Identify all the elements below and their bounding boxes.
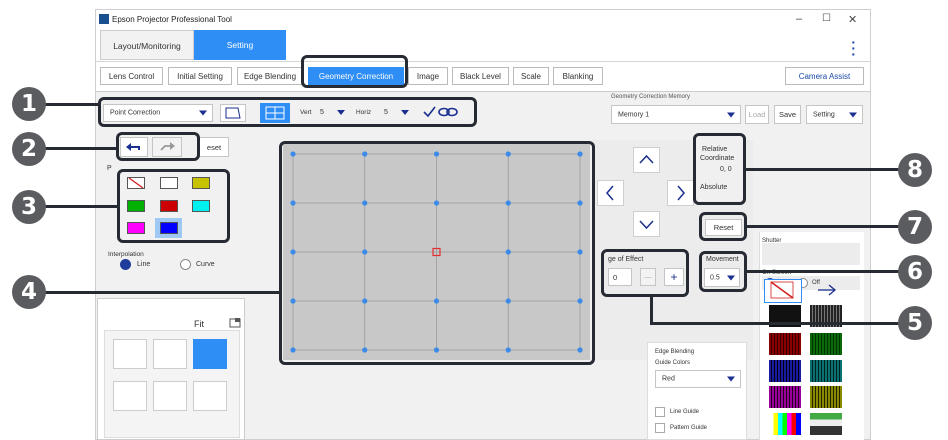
callout-box-undo	[116, 132, 200, 161]
pattern-palette-label: P	[107, 165, 112, 172]
pattern-off-button[interactable]	[764, 279, 802, 303]
callout-box-movement	[699, 251, 747, 292]
chevron-left-icon	[606, 185, 614, 201]
interpolation-curve-label: Curve	[196, 261, 215, 268]
pattern-grid-cyan[interactable]	[810, 360, 842, 382]
title-bar: Epson Projector Professional Tool – ☐ ✕	[96, 10, 870, 30]
callout-number-3: 3	[12, 190, 46, 224]
guide-color-select[interactable]: Red	[655, 370, 741, 388]
chevron-down-icon	[849, 112, 857, 117]
callout-box-colors	[117, 169, 230, 243]
move-down-button[interactable]	[633, 211, 660, 237]
save-button[interactable]: Save	[774, 105, 801, 124]
interpolation-curve-radio[interactable]	[180, 259, 191, 270]
tab-blanking[interactable]: Blanking	[553, 67, 603, 85]
pattern-grid-red[interactable]	[769, 333, 801, 355]
edge-blending-guide-panel: Edge Blending Guide Colors Red Line Guid…	[647, 342, 747, 440]
callout-box-toolbar	[98, 97, 477, 127]
memory-label: Geometry Correction Memory	[611, 94, 691, 100]
callout-box-reset	[699, 212, 747, 241]
minimize-icon[interactable]: –	[796, 13, 802, 25]
interpolation-line-label: Line	[137, 261, 151, 268]
callout-box-geometry-tab	[301, 55, 408, 88]
layout-preview-panel: Fit	[97, 298, 245, 440]
projector-thumbnails[interactable]	[104, 330, 240, 438]
callout-number-5: 5	[898, 306, 932, 340]
pattern-gradient[interactable]	[810, 413, 842, 435]
chevron-up-icon	[639, 154, 654, 164]
sub-tabs: Lens Control Initial Setting Edge Blendi…	[96, 62, 870, 92]
pattern-grid-yellow[interactable]	[810, 386, 842, 408]
fit-button[interactable]: Fit	[194, 319, 204, 329]
pattern-grid-green[interactable]	[810, 333, 842, 355]
camera-assist-button[interactable]: Camera Assist	[785, 67, 864, 85]
more-menu-icon[interactable]: · · ·	[851, 35, 856, 61]
callout-box-grid	[279, 141, 595, 365]
memory-value: Memory 1	[618, 111, 650, 118]
tab-initial-setting[interactable]: Initial Setting	[168, 67, 232, 85]
tab-scale[interactable]: Scale	[513, 67, 549, 85]
pattern-grid-magenta[interactable]	[769, 386, 801, 408]
setting-select[interactable]: Setting	[806, 105, 863, 124]
chevron-down-icon	[727, 112, 735, 117]
guide-colors-label: Guide Colors	[655, 360, 691, 366]
setting-label: Setting	[813, 111, 835, 118]
memory-select[interactable]: Memory 1	[611, 105, 741, 124]
pattern-guide-checkbox[interactable]	[655, 423, 665, 433]
interpolation-line-radio[interactable]	[120, 259, 131, 270]
tab-image[interactable]: Image	[408, 67, 448, 85]
move-right-button[interactable]	[667, 180, 694, 206]
callout-number-4: 4	[12, 275, 46, 309]
window-title: Epson Projector Professional Tool	[112, 15, 232, 24]
arrow-right-icon[interactable]	[816, 283, 838, 297]
chevron-down-icon	[727, 376, 735, 382]
edge-blending-title: Edge Blending	[655, 349, 695, 355]
tab-lens-control[interactable]: Lens Control	[100, 67, 163, 85]
tab-layout-monitoring[interactable]: Layout/Monitoring	[100, 30, 194, 60]
interpolation-label: Interpolation	[108, 251, 144, 258]
fit-window-icon[interactable]	[229, 317, 241, 329]
callout-number-8: 8	[898, 153, 932, 187]
callout-number-1: 1	[12, 87, 46, 121]
guide-color-value: Red	[662, 375, 675, 383]
reset-button[interactable]: eset	[199, 137, 229, 157]
maximize-icon[interactable]: ☐	[822, 13, 831, 24]
chevron-right-icon	[677, 185, 685, 201]
line-guide-label: Line Guide	[670, 409, 700, 415]
shutter-toggle[interactable]	[762, 243, 860, 265]
move-left-button[interactable]	[597, 180, 624, 206]
close-icon[interactable]: ✕	[848, 13, 857, 26]
callout-box-range	[601, 249, 689, 297]
callout-number-2: 2	[12, 132, 46, 166]
callout-number-7: 7	[898, 210, 932, 244]
load-button[interactable]: Load	[745, 105, 769, 124]
pattern-color-bars[interactable]	[769, 413, 801, 435]
tab-setting[interactable]: Setting	[194, 30, 286, 60]
app-icon	[99, 14, 109, 24]
pattern-grid-blue[interactable]	[769, 360, 801, 382]
main-tabs: Layout/Monitoring Setting · · ·	[96, 30, 870, 62]
line-guide-checkbox[interactable]	[655, 407, 665, 417]
chevron-down-icon	[639, 220, 654, 230]
tab-black-level[interactable]: Black Level	[452, 67, 509, 85]
tab-edge-blending[interactable]: Edge Blending	[237, 67, 303, 85]
callout-number-6: 6	[898, 255, 932, 289]
move-up-button[interactable]	[633, 147, 660, 173]
pattern-guide-label: Pattern Guide	[670, 425, 708, 431]
callout-box-coordinates	[693, 133, 746, 205]
